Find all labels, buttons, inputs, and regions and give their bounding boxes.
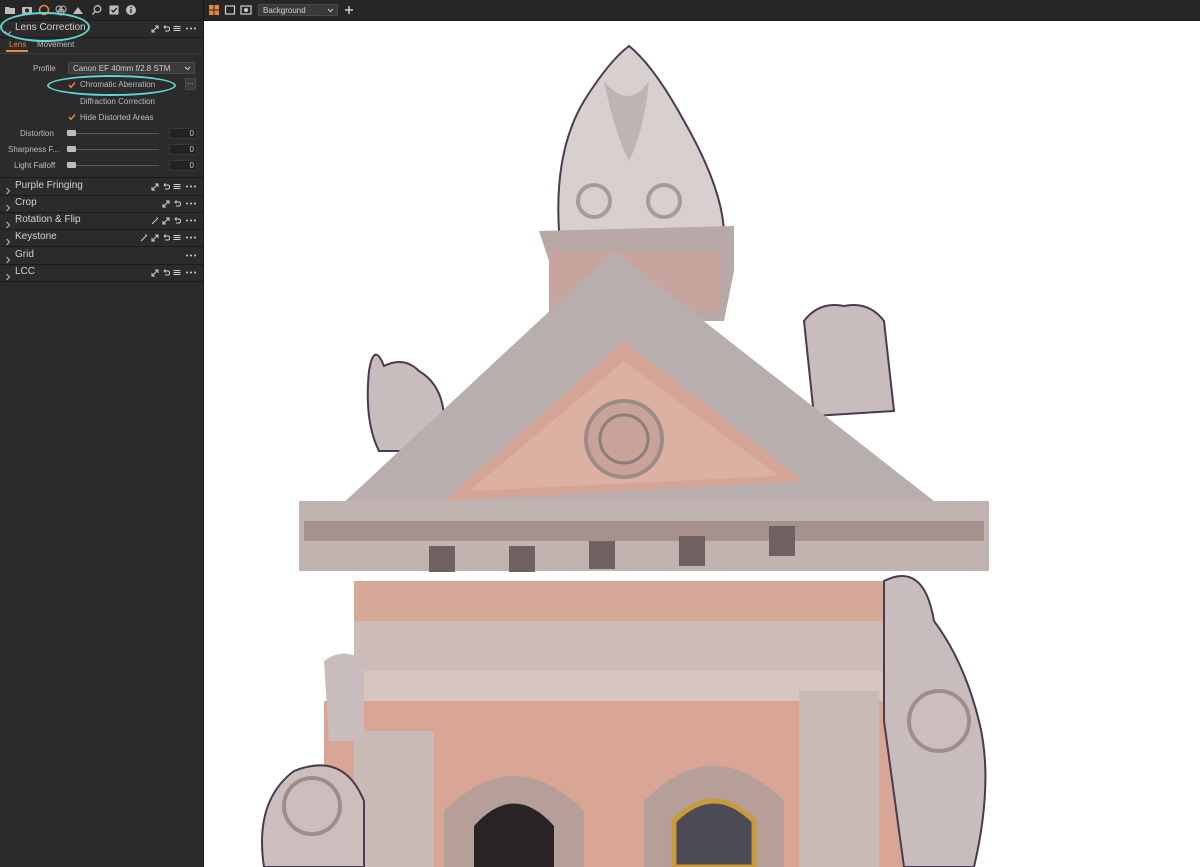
picker-icon[interactable] (151, 216, 159, 225)
search-icon[interactable] (91, 4, 103, 16)
chevron-right-icon (4, 233, 12, 246)
profile-value: Canon EF 40mm f/2.8 STM (73, 64, 171, 73)
image-viewer[interactable] (204, 21, 1200, 867)
panel-tools (162, 199, 197, 209)
copy-apply-icon[interactable] (162, 216, 170, 225)
exposure-icon[interactable] (72, 4, 84, 16)
panel-tools (151, 24, 197, 34)
reset-icon[interactable] (173, 199, 181, 208)
building-photo (204, 21, 1200, 867)
panel-title: LCC (15, 266, 36, 277)
more-options-icon[interactable] (185, 24, 197, 33)
chevron-right-icon (4, 268, 12, 281)
panel-tools (151, 268, 197, 278)
sharpness-falloff-label: Sharpness F... (8, 145, 60, 154)
purple-fringing-panel-header[interactable]: Purple Fringing (0, 177, 203, 196)
panel-title: Crop (15, 197, 37, 208)
grid-view-icon[interactable] (208, 4, 220, 16)
chevron-down-icon (184, 65, 191, 72)
reset-icon[interactable] (173, 216, 181, 225)
active-tab-indicator (6, 50, 28, 52)
reset-icon[interactable] (162, 268, 170, 277)
copy-apply-icon[interactable] (162, 199, 170, 208)
more-options-icon[interactable] (185, 182, 197, 191)
presets-menu-icon[interactable] (173, 182, 181, 191)
reset-icon[interactable] (162, 24, 170, 33)
copy-apply-icon[interactable] (151, 182, 159, 191)
light-falloff-value[interactable]: 0 (169, 160, 197, 171)
panel-tools (151, 182, 197, 192)
profile-label: Profile (33, 64, 56, 73)
tool-sidebar: Lens Correction Lens Movement Profile Ca… (0, 0, 204, 867)
background-value: Background (263, 6, 306, 15)
more-options-icon[interactable] (185, 199, 197, 208)
grid-panel-header[interactable]: Grid (0, 247, 203, 265)
proof-view-icon[interactable] (240, 4, 252, 16)
rotation-flip-panel-header[interactable]: Rotation & Flip (0, 212, 203, 230)
add-icon[interactable] (343, 4, 355, 16)
tab-lens[interactable]: Lens (9, 40, 26, 49)
panel-title: Grid (15, 249, 34, 260)
more-options-icon[interactable] (185, 216, 197, 225)
folder-icon[interactable] (4, 4, 16, 16)
more-options-icon[interactable] (185, 268, 197, 277)
distortion-label: Distortion (20, 129, 54, 138)
chromatic-aberration-options-button[interactable]: ... (185, 78, 196, 90)
more-options-icon[interactable] (185, 251, 197, 260)
copy-apply-icon[interactable] (151, 268, 159, 277)
chevron-right-icon (4, 216, 12, 229)
diffraction-correction-label[interactable]: Diffraction Correction (80, 97, 155, 106)
hide-distorted-areas-checkbox[interactable] (68, 113, 76, 121)
light-falloff-label: Light Falloff (14, 161, 56, 170)
panel-tools (151, 216, 197, 226)
lens-correction-highlight (0, 12, 90, 42)
light-falloff-slider[interactable] (67, 165, 159, 166)
light-falloff-slider-knob[interactable] (67, 162, 76, 168)
copy-apply-icon[interactable] (151, 24, 159, 33)
picker-icon[interactable] (140, 233, 148, 242)
panel-title: Keystone (15, 231, 57, 242)
panel-tools (140, 233, 197, 243)
chromatic-aberration-highlight (47, 75, 176, 96)
chevron-right-icon (4, 199, 12, 212)
reset-icon[interactable] (162, 233, 170, 242)
distortion-value[interactable]: 0 (169, 128, 197, 139)
background-select[interactable]: Background (258, 4, 338, 16)
distortion-slider[interactable] (67, 133, 159, 134)
presets-menu-icon[interactable] (173, 24, 181, 33)
hide-distorted-areas-label[interactable]: Hide Distorted Areas (80, 113, 153, 122)
panel-title: Purple Fringing (15, 180, 83, 191)
single-view-icon[interactable] (224, 4, 236, 16)
viewer-toolbar (204, 0, 1200, 21)
keystone-panel-header[interactable]: Keystone (0, 229, 203, 247)
presets-menu-icon[interactable] (173, 233, 181, 242)
sharpness-falloff-slider[interactable] (67, 149, 159, 150)
presets-menu-icon[interactable] (173, 268, 181, 277)
lcc-panel-header[interactable]: LCC (0, 264, 203, 282)
copy-apply-icon[interactable] (151, 233, 159, 242)
sharpness-falloff-value[interactable]: 0 (169, 144, 197, 155)
reset-icon[interactable] (162, 182, 170, 191)
info-icon[interactable] (125, 4, 137, 16)
panel-tools (185, 251, 197, 261)
chevron-right-icon (4, 251, 12, 264)
profile-select[interactable]: Canon EF 40mm f/2.8 STM (68, 62, 195, 74)
checklist-icon[interactable] (108, 4, 120, 16)
chevron-right-icon (4, 182, 12, 195)
distortion-slider-knob[interactable] (67, 130, 76, 136)
sharpness-falloff-slider-knob[interactable] (67, 146, 76, 152)
diffraction-correction-checkbox[interactable] (68, 97, 76, 105)
chevron-down-icon (327, 7, 334, 14)
more-options-icon[interactable] (185, 233, 197, 242)
crop-panel-header[interactable]: Crop (0, 195, 203, 213)
panel-title: Rotation & Flip (15, 214, 81, 225)
